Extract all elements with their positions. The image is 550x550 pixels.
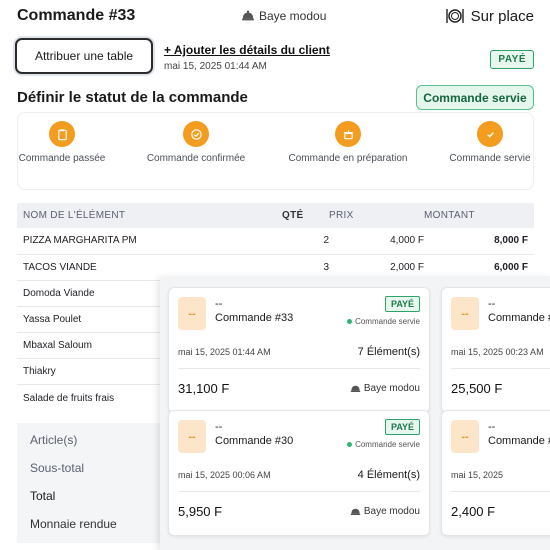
clipboard-icon xyxy=(49,121,75,147)
order-client-name: -- xyxy=(215,298,223,310)
service-mode: Sur place xyxy=(445,6,534,26)
order-client-name: -- xyxy=(488,298,496,310)
order-date: mai 15, 2025 00:06 AM xyxy=(178,470,271,480)
assign-table-button[interactable]: Attribuer une table xyxy=(15,38,153,74)
step-order-served[interactable]: Commande servie xyxy=(447,121,533,164)
step-label: Commande en préparation xyxy=(288,153,408,164)
add-client-details-link[interactable]: + Ajouter les détails du client xyxy=(164,43,330,57)
subtotal-label: Sous-total xyxy=(30,461,85,475)
order-total: 5,950 F xyxy=(178,504,223,519)
order-number: Commande #3 xyxy=(488,312,550,324)
order-date: mai 15, 2025 00:23 AM xyxy=(451,347,544,357)
order-card[interactable]: -- -- Commande #3 mai 15, 2025 00:23 AM … xyxy=(441,287,550,413)
order-thumbnail: -- xyxy=(451,297,479,330)
order-thumbnail: -- xyxy=(178,297,206,330)
item-amount: 8,000 F xyxy=(424,228,534,255)
order-card[interactable]: -- -- Commande #33 PAYÉ Commande servie … xyxy=(168,287,430,413)
order-status-label: Commande servie xyxy=(355,317,420,326)
orders-panel: -- -- Commande #33 PAYÉ Commande servie … xyxy=(160,276,550,550)
column-header-price: PRIX xyxy=(329,203,424,228)
order-date: mai 15, 2025 01:44 AM xyxy=(164,61,267,72)
divider xyxy=(451,491,550,492)
order-waiter: Baye modou xyxy=(350,383,420,394)
column-header-item-name: NOM DE L'ÉLÉMENT xyxy=(17,203,282,228)
step-label: Commande confirmée xyxy=(146,153,246,164)
order-title: Commande #33 xyxy=(17,7,136,24)
list-item: Thiakry xyxy=(17,359,160,385)
status-dot-icon xyxy=(347,319,353,324)
change-label: Monnaie rendue xyxy=(30,517,117,531)
status-dot-icon xyxy=(347,442,353,447)
order-items-table: NOM DE L'ÉLÉMENT QTÉ PRIX MONTANT PIZZA … xyxy=(17,203,534,281)
order-waiter-name: Baye modou xyxy=(363,506,420,517)
order-waiter-name: Baye modou xyxy=(363,383,420,394)
waiter-name: Baye modou xyxy=(259,9,327,23)
paid-badge: PAYÉ xyxy=(490,50,534,69)
step-order-preparing[interactable]: Commande en préparation xyxy=(283,121,413,164)
plate-cutlery-icon xyxy=(445,9,464,23)
order-total: 2,400 F xyxy=(451,504,496,519)
table-header-row: NOM DE L'ÉLÉMENT QTÉ PRIX MONTANT xyxy=(17,203,534,228)
order-date: mai 15, 2025 01:44 AM xyxy=(178,347,271,357)
waiter-info: Baye modou xyxy=(241,9,326,23)
waiter-icon xyxy=(241,10,255,21)
order-client-name: -- xyxy=(215,421,223,433)
item-price: 4,000 F xyxy=(329,228,424,255)
order-client-name: -- xyxy=(488,421,496,433)
waiter-icon xyxy=(350,385,361,392)
order-status: Commande servie xyxy=(347,317,420,326)
check-icon xyxy=(477,121,503,147)
step-label: Commande servie xyxy=(449,153,531,164)
order-item-count: 4 Élément(s) xyxy=(357,469,420,481)
item-qty: 2 xyxy=(282,228,329,255)
service-mode-label: Sur place xyxy=(470,7,534,25)
order-card[interactable]: -- -- Commande #2 mai 15, 2025 2,400 F xyxy=(441,410,550,536)
check-circle-icon xyxy=(183,121,209,147)
list-item: Yassa Poulet xyxy=(17,307,160,333)
order-date: mai 15, 2025 xyxy=(451,470,504,480)
order-card[interactable]: -- -- Commande #30 PAYÉ Commande servie … xyxy=(168,410,430,536)
paid-badge: PAYÉ xyxy=(384,296,420,312)
total-label: Total xyxy=(30,489,56,503)
step-label: Commande passée xyxy=(18,153,106,164)
order-number: Commande #30 xyxy=(215,435,294,447)
list-item: Domoda Viande xyxy=(17,281,160,307)
order-total: 31,100 F xyxy=(178,381,230,396)
waiter-icon xyxy=(350,508,361,515)
step-order-placed[interactable]: Commande passée xyxy=(17,121,107,164)
order-served-button[interactable]: Commande servie xyxy=(416,85,534,110)
order-thumbnail: -- xyxy=(178,420,206,453)
order-total: 25,500 F xyxy=(451,381,503,396)
divider xyxy=(178,368,420,369)
divider xyxy=(178,491,420,492)
table-row: PIZZA MARGHARITA PM 2 4,000 F 8,000 F xyxy=(17,228,534,255)
list-item: Salade de fruits frais xyxy=(23,392,115,404)
paid-badge: PAYÉ xyxy=(384,419,420,435)
column-header-qty: QTÉ xyxy=(282,203,329,228)
step-order-confirmed[interactable]: Commande confirmée xyxy=(141,121,251,164)
order-waiter: Baye modou xyxy=(350,506,420,517)
status-heading: Définir le statut de la commande xyxy=(17,89,248,106)
pot-icon xyxy=(335,121,361,147)
order-status-label: Commande servie xyxy=(355,440,420,449)
articles-label: Article(s) xyxy=(30,433,78,447)
list-item: Mbaxal Saloum xyxy=(17,333,160,359)
column-header-amount: MONTANT xyxy=(424,203,534,228)
order-status: Commande servie xyxy=(347,440,420,449)
order-item-count: 7 Élément(s) xyxy=(357,346,420,358)
item-name: PIZZA MARGHARITA PM xyxy=(17,228,282,255)
order-number: Commande #33 xyxy=(215,312,294,324)
divider xyxy=(451,368,550,369)
order-thumbnail: -- xyxy=(451,420,479,453)
order-number: Commande #2 xyxy=(488,435,550,447)
more-items-list: Domoda Viande Yassa Poulet Mbaxal Saloum… xyxy=(17,281,160,411)
